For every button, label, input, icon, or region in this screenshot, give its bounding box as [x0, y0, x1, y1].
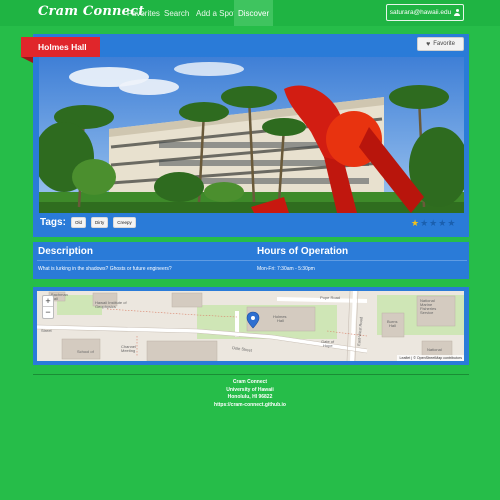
- details-divider: [37, 260, 467, 261]
- hours-text: Mon-Fri: 7:30am - 5:30pm: [257, 266, 315, 272]
- star-icon-1[interactable]: ★: [411, 218, 419, 229]
- svg-text:Geophysics: Geophysics: [95, 304, 116, 309]
- tag-dirty[interactable]: Dirty: [90, 217, 109, 228]
- nav-add-spot[interactable]: Add a Spot: [196, 9, 236, 18]
- spot-card: Holmes Hall ♥ Favorite Tags: Old Dirty C…: [21, 34, 469, 237]
- nav-discover[interactable]: Discover: [234, 0, 274, 26]
- svg-text:School of: School of: [77, 349, 95, 354]
- tag-creepy[interactable]: Creepy: [113, 217, 136, 228]
- star-icon-3[interactable]: ★: [429, 218, 437, 229]
- details-card: Description Hours of Operation What is l…: [33, 242, 469, 279]
- zoom-in-button[interactable]: +: [43, 296, 53, 307]
- spot-title: Holmes Hall: [21, 37, 100, 57]
- hours-heading: Hours of Operation: [257, 246, 349, 257]
- footer-divider: [33, 374, 469, 375]
- svg-text:Street: Street: [41, 328, 53, 333]
- svg-text:National: National: [427, 347, 442, 352]
- footer-line-2: University of Hawaii: [226, 386, 274, 393]
- map-attribution[interactable]: Leaflet | © OpenStreetMap contributors: [397, 355, 464, 361]
- user-icon: [454, 9, 461, 16]
- svg-text:Hope: Hope: [323, 343, 333, 348]
- footer-line-3: Honolulu, HI 96822: [227, 394, 273, 400]
- star-icon-2[interactable]: ★: [420, 218, 428, 229]
- favorite-button[interactable]: ♥ Favorite: [417, 37, 464, 51]
- tags-label: Tags:: [40, 217, 66, 228]
- svg-text:Hall: Hall: [389, 323, 396, 328]
- spot-photo: [39, 57, 464, 213]
- star-icon-4[interactable]: ★: [438, 218, 446, 229]
- map[interactable]: Bachman Hall Hawaii Institute of Geophys…: [37, 291, 464, 361]
- rating-stars[interactable]: ★ ★ ★ ★ ★: [411, 218, 455, 229]
- banner-fold: [21, 57, 33, 63]
- map-card: Bachman Hall Hawaii Institute of Geophys…: [33, 287, 469, 365]
- tags-row: Tags: Old Dirty Creepy: [40, 217, 141, 228]
- description-text: What is lurking in the shadows? Ghosts o…: [38, 266, 172, 272]
- nav-favorites[interactable]: Favorites: [127, 9, 160, 18]
- favorite-label: Favorite: [433, 41, 455, 47]
- zoom-out-button[interactable]: −: [43, 307, 53, 318]
- description-heading: Description: [38, 246, 94, 257]
- footer-line-1: Cram Connect: [232, 379, 268, 385]
- user-email: saturara@hawaii.edu: [389, 9, 452, 16]
- tag-old[interactable]: Old: [70, 217, 86, 228]
- holmes-hall-photo: [39, 57, 464, 213]
- navbar: Cram Connect Favorites Search Add a Spot…: [0, 0, 500, 26]
- svg-text:Service: Service: [420, 310, 434, 315]
- map-tiles: Bachman Hall Hawaii Institute of Geophys…: [37, 291, 464, 361]
- star-icon-5[interactable]: ★: [447, 218, 455, 229]
- heart-icon: ♥: [426, 40, 431, 48]
- user-account-button[interactable]: saturara@hawaii.edu: [386, 4, 464, 21]
- zoom-control: + −: [42, 295, 54, 319]
- nav-search[interactable]: Search: [164, 9, 189, 18]
- footer-link[interactable]: https://cram-connect.github.io: [0, 402, 500, 410]
- footer: Cram Connect University of Hawaii Honolu…: [0, 379, 500, 409]
- svg-text:Pope Road: Pope Road: [320, 295, 340, 300]
- svg-text:Hall: Hall: [277, 318, 284, 323]
- svg-text:Meeting: Meeting: [121, 348, 135, 353]
